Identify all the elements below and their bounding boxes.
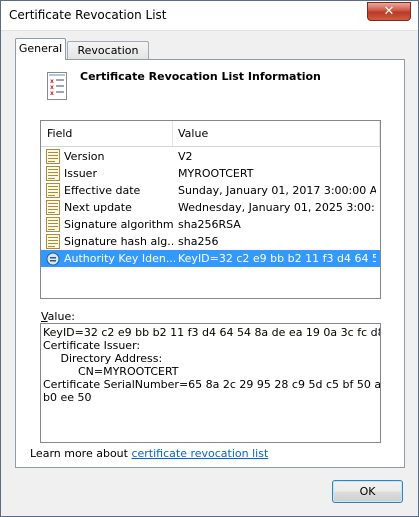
crl-dialog: Certificate Revocation List ✕ General Re… bbox=[0, 0, 419, 517]
svg-text:x: x bbox=[50, 90, 54, 97]
close-icon: ✕ bbox=[383, 4, 395, 19]
value-line: Certificate Issuer: bbox=[43, 339, 141, 352]
table-row[interactable]: Issuer MYROOTCERT bbox=[41, 165, 380, 182]
info-title: Certificate Revocation List Information bbox=[80, 70, 321, 83]
row-value: sha256RSA bbox=[178, 218, 241, 231]
property-icon bbox=[46, 200, 60, 215]
value-line: CN=MYROOTCERT bbox=[43, 365, 179, 378]
learn-more-text: Learn more about bbox=[30, 447, 132, 460]
row-field: Signature algorithm bbox=[64, 218, 174, 231]
property-icon bbox=[46, 166, 60, 181]
row-field: Issuer bbox=[64, 167, 97, 180]
crl-help-link[interactable]: certificate revocation list bbox=[131, 447, 268, 460]
table-row[interactable]: Signature hash alg... sha256 bbox=[41, 233, 380, 250]
value-line: KeyID=32 c2 e9 bb b2 11 f3 d4 64 54 8a d… bbox=[43, 326, 380, 339]
crl-document-icon: x x x bbox=[47, 72, 67, 100]
window-title: Certificate Revocation List bbox=[9, 8, 167, 22]
column-separator[interactable] bbox=[379, 121, 380, 146]
value-text-box[interactable]: KeyID=32 c2 e9 bb b2 11 f3 d4 64 54 8a d… bbox=[40, 323, 381, 443]
property-icon bbox=[46, 149, 60, 164]
property-icon bbox=[46, 183, 60, 198]
value-line: Certificate SerialNumber=65 8a 2c 29 95 … bbox=[43, 378, 381, 391]
close-button[interactable]: ✕ bbox=[367, 2, 411, 21]
extension-icon bbox=[46, 251, 60, 266]
row-field: Authority Key Iden... bbox=[64, 252, 175, 265]
row-value: V2 bbox=[178, 150, 193, 163]
property-icon bbox=[46, 217, 60, 232]
tab-general[interactable]: General bbox=[15, 38, 66, 60]
value-line: Directory Address: bbox=[43, 352, 163, 365]
row-field: Version bbox=[64, 150, 105, 163]
title-bar: Certificate Revocation List ✕ bbox=[1, 1, 418, 31]
table-row[interactable]: Signature algorithm sha256RSA bbox=[41, 216, 380, 233]
column-header-value[interactable]: Value bbox=[178, 127, 208, 140]
row-value: Sunday, January 01, 2017 3:00:00 AM bbox=[178, 184, 376, 197]
fields-grid[interactable]: Field Value Version V2 Issuer MYROOTCERT Eff… bbox=[40, 120, 381, 299]
property-icon bbox=[46, 234, 60, 249]
row-field: Effective date bbox=[64, 184, 141, 197]
table-row[interactable]: Next update Wednesday, January 01, 2025 3… bbox=[41, 199, 380, 216]
row-value: MYROOTCERT bbox=[178, 167, 254, 180]
learn-more: Learn more about certificate revocation … bbox=[30, 447, 268, 460]
tab-revocation-list[interactable]: Revocation List bbox=[67, 41, 149, 74]
column-header-field[interactable]: Field bbox=[47, 127, 72, 140]
table-row[interactable]: Version V2 bbox=[41, 148, 380, 165]
value-line: b0 ee 50 bbox=[43, 391, 92, 404]
row-field: Next update bbox=[64, 201, 132, 214]
grid-header: Field Value bbox=[41, 121, 380, 147]
row-value: Wednesday, January 01, 2025 3:00:... bbox=[178, 201, 376, 214]
table-row[interactable]: Authority Key Iden... KeyID=32 c2 e9 bb b… bbox=[41, 250, 380, 267]
row-value: sha256 bbox=[178, 235, 219, 248]
row-value: KeyID=32 c2 e9 bb b2 11 f3 d4 64 54... bbox=[178, 252, 376, 265]
column-separator[interactable] bbox=[172, 121, 173, 146]
value-label: Value: bbox=[41, 310, 75, 323]
ok-button[interactable]: OK bbox=[332, 480, 403, 503]
row-field: Signature hash alg... bbox=[64, 235, 175, 248]
table-row[interactable]: Effective date Sunday, January 01, 2017 3… bbox=[41, 182, 380, 199]
